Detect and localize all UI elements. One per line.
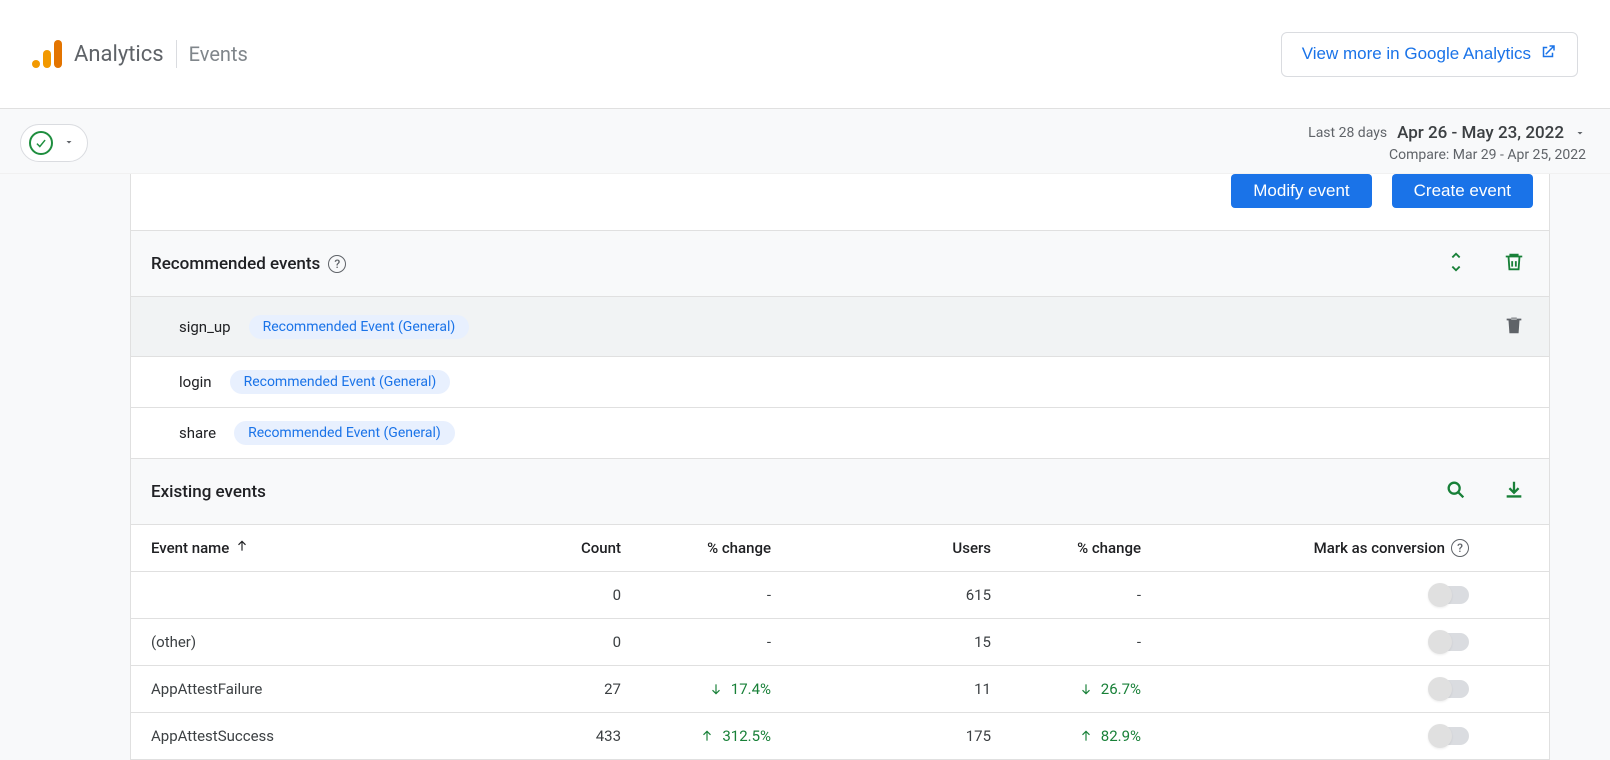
event-name-cell: AppAttestFailure (151, 680, 491, 698)
help-icon[interactable]: ? (1451, 539, 1469, 557)
count-cell: 0 (491, 633, 621, 651)
table-row[interactable]: (other) 0 - 15 - (130, 619, 1550, 666)
event-name-cell: (other) (151, 633, 491, 651)
recommended-event-name: login (179, 373, 212, 391)
sub-bar: Last 28 days Apr 26 - May 23, 2022 Compa… (0, 109, 1610, 174)
column-count-change[interactable]: % change (621, 539, 771, 557)
chevron-down-icon (63, 136, 75, 151)
column-users[interactable]: Users (771, 539, 991, 557)
count-change-value: 17.4% (731, 680, 771, 698)
view-more-button[interactable]: View more in Google Analytics (1281, 32, 1578, 77)
table-row[interactable]: 0 - 615 - (130, 572, 1550, 619)
existing-events-title: Existing events (151, 482, 266, 502)
brand-title: Analytics (74, 42, 164, 67)
users-cell: 15 (771, 633, 991, 651)
search-button[interactable] (1441, 475, 1471, 508)
arrow-down-icon (1079, 682, 1093, 696)
date-range-value: Apr 26 - May 23, 2022 (1397, 123, 1564, 143)
users-change-value: - (991, 586, 1141, 604)
top-bar: Analytics Events View more in Google Ana… (0, 0, 1610, 109)
count-change-value: - (621, 633, 771, 651)
count-cell: 27 (491, 680, 621, 698)
open-in-new-icon (1539, 43, 1557, 66)
page-section-label: Events (189, 42, 248, 66)
expand-collapse-button[interactable] (1441, 247, 1471, 280)
chevron-down-icon (1574, 124, 1586, 143)
recommended-event-row[interactable]: login Recommended Event (General) (130, 357, 1550, 408)
mark-conversion-toggle[interactable] (1429, 633, 1469, 651)
recommended-event-chip: Recommended Event (General) (230, 370, 451, 394)
status-filter-pill[interactable] (20, 124, 88, 162)
recommended-event-row[interactable]: share Recommended Event (General) (130, 408, 1550, 459)
recommended-event-row[interactable]: sign_up Recommended Event (General) (130, 297, 1550, 357)
column-mark-conversion: Mark as conversion ? (1141, 539, 1529, 557)
users-cell: 11 (771, 680, 991, 698)
recommended-event-chip: Recommended Event (General) (234, 421, 455, 445)
table-row[interactable]: AppAttestFailure 27 17.4% 11 26.7% (130, 666, 1550, 713)
users-change-value: 26.7% (1101, 680, 1141, 698)
date-compare-label: Compare: Mar 29 - Apr 25, 2022 (1308, 147, 1586, 163)
users-cell: 615 (771, 586, 991, 604)
column-event-name[interactable]: Event name (151, 539, 491, 557)
table-row[interactable]: AppAttestSuccess 433 312.5% 175 82.9% (130, 713, 1550, 760)
delete-row-button[interactable] (1499, 310, 1529, 343)
arrow-up-icon (1079, 729, 1093, 743)
sort-asc-icon (235, 539, 249, 557)
recommended-events-header: Recommended events ? (130, 231, 1550, 297)
analytics-logo-icon (32, 40, 62, 68)
help-icon[interactable]: ? (328, 255, 346, 273)
date-range-block[interactable]: Last 28 days Apr 26 - May 23, 2022 Compa… (1308, 123, 1586, 163)
users-cell: 175 (771, 727, 991, 745)
count-cell: 433 (491, 727, 621, 745)
mark-conversion-toggle[interactable] (1429, 680, 1469, 698)
recommended-event-name: sign_up (179, 318, 231, 336)
recommended-event-chip: Recommended Event (General) (249, 315, 470, 339)
event-name-cell: AppAttestSuccess (151, 727, 491, 745)
view-more-label: View more in Google Analytics (1302, 44, 1531, 64)
create-event-button[interactable]: Create event (1392, 174, 1533, 208)
users-change-value: 82.9% (1101, 727, 1141, 745)
table-header-row: Event name Count % change Users % change… (130, 525, 1550, 572)
arrow-up-icon (700, 729, 714, 743)
recommended-event-name: share (179, 424, 216, 442)
arrow-down-icon (709, 682, 723, 696)
mark-conversion-toggle[interactable] (1429, 727, 1469, 745)
count-change-value: - (621, 586, 771, 604)
main-content: Modify event Create event Recommended ev… (0, 174, 1610, 760)
download-button[interactable] (1499, 475, 1529, 508)
count-change-value: 312.5% (722, 727, 771, 745)
checkmark-circle-icon (29, 131, 53, 155)
event-actions-row: Modify event Create event (130, 174, 1550, 231)
delete-all-button[interactable] (1499, 247, 1529, 280)
count-cell: 0 (491, 586, 621, 604)
users-change-value: - (991, 633, 1141, 651)
existing-events-header: Existing events (130, 459, 1550, 525)
modify-event-button[interactable]: Modify event (1231, 174, 1371, 208)
recommended-events-title: Recommended events ? (151, 254, 346, 274)
brand-block: Analytics Events (32, 40, 248, 68)
column-users-change[interactable]: % change (991, 539, 1141, 557)
column-count[interactable]: Count (491, 539, 621, 557)
date-range-label: Last 28 days (1308, 125, 1387, 141)
brand-separator (176, 40, 177, 68)
mark-conversion-toggle[interactable] (1429, 586, 1469, 604)
